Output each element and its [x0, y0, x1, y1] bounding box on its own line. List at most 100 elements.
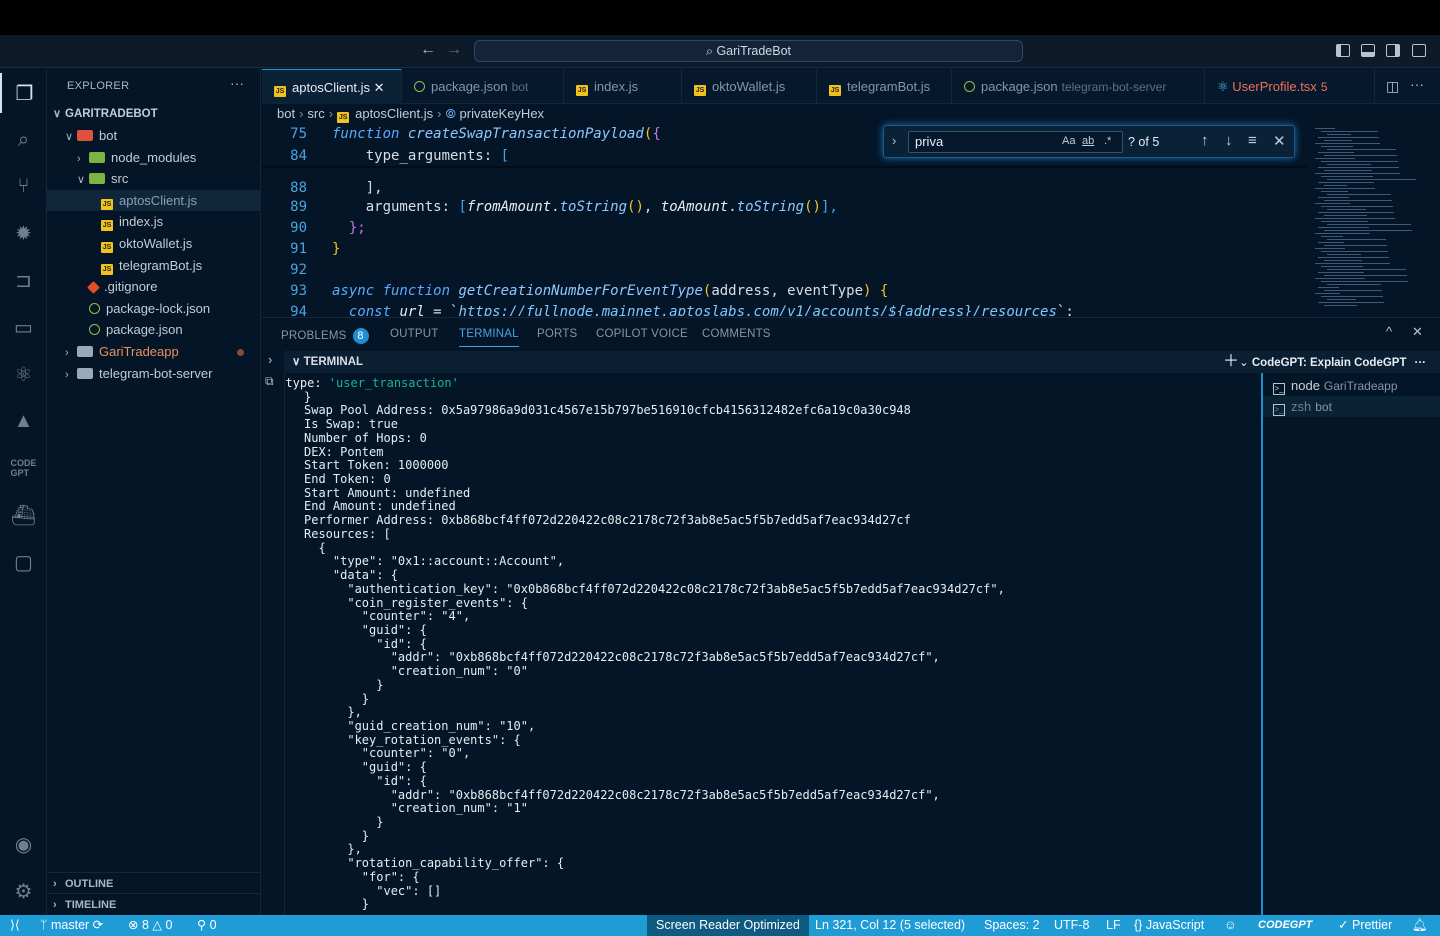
run-debug-icon[interactable]: ✹ [0, 213, 47, 253]
tab-oktowallet-js[interactable]: JS oktoWallet.js [682, 69, 817, 104]
line-content: type_arguments: [ [332, 146, 509, 167]
more-actions-icon[interactable]: ··· [1415, 357, 1427, 369]
prettier-status[interactable]: ✓ Prettier [1338, 915, 1392, 936]
workspace-root[interactable]: ∨ GARITRADEBOT [47, 104, 260, 125]
minimap-line [1315, 158, 1355, 159]
copilot-icon[interactable]: ☺ [1224, 915, 1237, 936]
minimap-line [1324, 290, 1382, 291]
outline-section[interactable]: › OUTLINE [47, 872, 260, 894]
new-terminal-icon[interactable]: ＋ [1223, 353, 1239, 370]
tree-item[interactable]: package.json [47, 319, 260, 340]
language-mode[interactable]: {} JavaScript [1134, 915, 1204, 936]
breadcrumb-item[interactable]: src [307, 106, 324, 121]
source-control-icon[interactable]: ⑂ [0, 166, 47, 206]
terminal-output[interactable]: type: 'user_transaction'} Swap Pool Addre… [284, 373, 1261, 916]
search-icon[interactable]: ⌕ [0, 120, 47, 160]
split-editor-icon[interactable]: ◫ [1386, 78, 1399, 95]
tree-item[interactable]: package-lock.json [47, 298, 260, 319]
terminal-instance-zsh[interactable]: >_ zsh bot [1263, 396, 1440, 417]
branch-status[interactable]: ᛘ master ⟳ [40, 915, 103, 936]
breadcrumb-item[interactable]: bot [277, 106, 295, 121]
react-icon[interactable]: ⚛ [0, 354, 47, 394]
panel-tab-problems[interactable]: PROBLEMS 8 [281, 328, 369, 344]
accounts-icon[interactable]: ◉ [0, 824, 47, 864]
minimap-line [1315, 278, 1365, 279]
close-tab-icon[interactable]: ✕ [370, 80, 385, 95]
tab-index-js[interactable]: JS index.js [564, 69, 682, 104]
more-actions-icon[interactable]: ··· [1410, 76, 1424, 92]
tab-package-json[interactable]: package.json telegram-bot-server [952, 69, 1205, 104]
tree-item[interactable]: JS index.js [47, 211, 260, 232]
tree-item[interactable]: › node_modules [47, 147, 260, 168]
tree-item[interactable]: JS aptosClient.js [47, 189, 260, 211]
tree-item[interactable]: › telegram-bot-server [47, 363, 260, 384]
encoding-status[interactable]: UTF-8 [1054, 915, 1089, 936]
codegpt-icon[interactable]: CODE GPT [0, 448, 47, 488]
toggle-replace-icon[interactable]: › [892, 133, 896, 148]
eol-status[interactable]: LF [1106, 915, 1121, 936]
toggle-panel-icon[interactable] [1361, 44, 1375, 57]
ports-icon: ⚲ [197, 918, 210, 932]
toggle-primary-sidebar-icon[interactable] [1336, 44, 1350, 57]
tab-userprofile-tsx[interactable]: ⚛ UserProfile.tsx 5 [1205, 69, 1375, 104]
previous-match-icon[interactable]: ↑ [1201, 132, 1209, 149]
codegpt-status[interactable]: CODEGPT [1258, 915, 1312, 936]
match-case-toggle[interactable]: Aa [1062, 135, 1075, 147]
panel-tab-copilot-voice[interactable]: COPILOT VOICE [596, 328, 688, 340]
minimap[interactable] [1307, 124, 1440, 316]
breadcrumb-item[interactable]: privateKeyHex [460, 106, 545, 121]
tree-item[interactable]: JS oktoWallet.js [47, 233, 260, 254]
timeline-section[interactable]: › TIMELINE [47, 893, 260, 915]
notifications-bell-icon[interactable]: 🔔︎ [1412, 915, 1428, 936]
ports-status[interactable]: ⚲ 0 [197, 915, 217, 936]
explorer-icon[interactable]: ❐ [0, 73, 47, 113]
terminal-section-header[interactable]: ∨ TERMINAL [284, 351, 1261, 373]
tree-item[interactable]: JS telegramBot.js [47, 255, 260, 276]
cursor-position[interactable]: Ln 321, Col 12 (5 selected) [815, 915, 965, 936]
problems-status[interactable]: ⊗ 8 △ 0 [128, 915, 172, 936]
tree-item[interactable]: › GariTradeapp [47, 341, 260, 362]
toggle-secondary-sidebar-icon[interactable] [1386, 44, 1400, 57]
chevron-down-icon[interactable]: ⌄ [1239, 357, 1252, 369]
tab-package-json[interactable]: package.json bot [402, 69, 564, 104]
tree-item[interactable]: ∨ bot [47, 125, 260, 146]
panel-tab-output[interactable]: OUTPUT [390, 328, 438, 340]
debug-console-icon[interactable]: ⧉ [265, 374, 274, 389]
close-panel-icon[interactable]: ✕ [1412, 324, 1423, 340]
tree-item[interactable]: ∨ src [47, 168, 260, 189]
terminal-line: "coin_register_events": { [304, 595, 528, 610]
screen-reader-status[interactable]: Screen Reader Optimized [647, 915, 809, 936]
terminal-instance-node[interactable]: >_ node GariTradeapp [1263, 375, 1440, 396]
whole-word-toggle[interactable]: ab [1082, 135, 1094, 147]
expand-icon[interactable]: › [268, 352, 272, 367]
customize-layout-icon[interactable] [1412, 44, 1426, 57]
settings-gear-icon[interactable]: ⚙ [0, 871, 47, 911]
tab-telegrambot-js[interactable]: JS telegramBot.js [817, 69, 952, 104]
command-center-search[interactable]: ⌕ GariTradeBot [474, 40, 1023, 62]
chat-icon[interactable]: ▢ [0, 542, 47, 582]
docker-icon[interactable]: ⛴ [0, 495, 47, 535]
tab-aptosclient-js[interactable]: JS aptosClient.js ✕ [262, 69, 402, 104]
panel-tab-ports[interactable]: PORTS [537, 328, 577, 340]
remote-display-icon[interactable]: ▭ [0, 307, 47, 347]
tree-item[interactable]: .gitignore [47, 276, 260, 297]
close-find-icon[interactable]: ✕ [1273, 132, 1286, 150]
maximize-panel-icon[interactable]: ^ [1386, 324, 1392, 339]
aptos-icon[interactable]: ▲ [0, 401, 47, 441]
back-arrow-icon[interactable]: ← [420, 41, 436, 59]
next-match-icon[interactable]: ↓ [1225, 132, 1233, 149]
terminal-line: "guid_creation_num": "10", [304, 719, 536, 733]
breadcrumb-item[interactable]: aptosClient.js [355, 106, 433, 121]
indentation-status[interactable]: Spaces: 2 [984, 915, 1040, 936]
chevron-right-icon: › [53, 899, 57, 911]
find-in-selection-icon[interactable]: ≡ [1248, 132, 1257, 149]
panel-tab-terminal[interactable]: TERMINAL [459, 328, 519, 347]
remote-icon[interactable]: ⟩⟨ [10, 915, 20, 936]
forward-arrow-icon[interactable]: → [446, 41, 462, 59]
panel-tab-comments[interactable]: COMMENTS [702, 328, 771, 340]
regex-toggle[interactable]: .* [1104, 135, 1111, 147]
more-actions-icon[interactable]: ··· [230, 75, 244, 91]
minimap-line [1327, 299, 1356, 300]
remote-explorer-icon[interactable]: ⊐ [0, 260, 47, 300]
terminal-list-header: ＋⌄ CodeGPT: Explain CodeGPT ··· [1223, 351, 1440, 373]
